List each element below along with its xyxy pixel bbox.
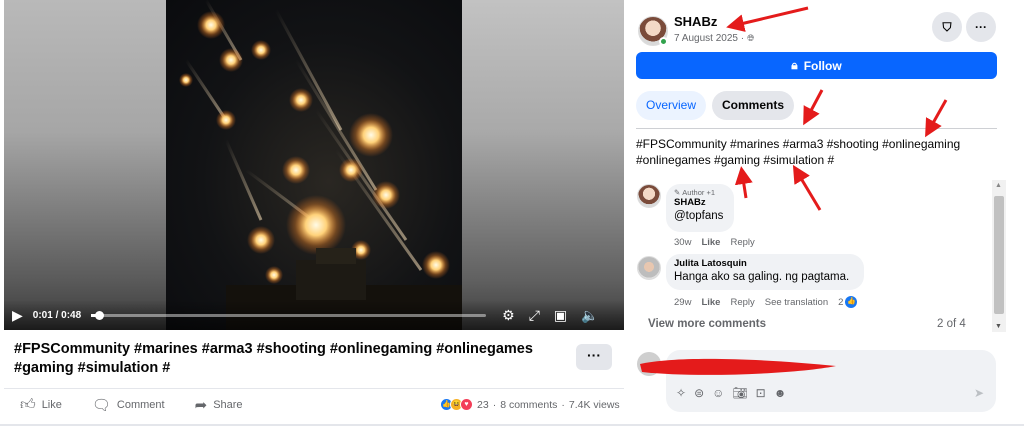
pencil-icon: ✎ (674, 188, 681, 197)
tab-comments[interactable]: Comments (712, 91, 795, 120)
comment-icon: 🗨︎ (91, 397, 111, 414)
fullscreen-icon[interactable]: ⤢ (529, 308, 540, 322)
volume-icon[interactable]: 🔈 (581, 308, 598, 322)
follow-label: Follow (803, 58, 842, 73)
follow-button[interactable]: 🔒︎ Follow (636, 52, 997, 79)
scroll-thumb[interactable] (994, 196, 1004, 314)
thumbs-up-icon: 👍︎ (20, 396, 36, 413)
comment-count[interactable]: 8 comments (500, 399, 557, 411)
more-options-button[interactable]: ··· (966, 12, 996, 42)
post-actions: 👍︎ Like 🗨︎ Comment ➦ Share (20, 396, 243, 414)
commenter-name[interactable]: SHABz (674, 197, 726, 209)
reaction-count[interactable]: 23 (477, 399, 489, 411)
avatar-sticker-icon[interactable]: ✧ (676, 386, 686, 400)
comment-like-button[interactable]: Like (701, 237, 720, 248)
view-more-comments[interactable]: View more comments (648, 318, 766, 330)
stats-separator: · (492, 398, 497, 411)
comment-button[interactable]: 🗨︎ Comment (92, 396, 165, 414)
commenter-avatar[interactable] (637, 256, 661, 280)
comment-meta: 30w Like Reply (674, 237, 755, 248)
online-status-dot (659, 37, 668, 46)
comment-text: Hanga ako sa galing. ng pagtama. (674, 271, 850, 283)
tab-overview[interactable]: Overview (636, 91, 707, 120)
panel-tabs: Overview Comments (636, 91, 795, 120)
shield-icon: ⛉ (942, 20, 952, 34)
gif-sticker-icon[interactable]: ⊜ (694, 386, 704, 400)
like-reaction-icon: 👍 (845, 296, 858, 308)
video-blur-left (4, 0, 166, 330)
like-label: Like (41, 399, 62, 411)
comment-label: Comment (116, 399, 165, 411)
comment-reply-button[interactable]: Reply (730, 297, 754, 308)
comment-page-count: 2 of 4 (937, 318, 966, 330)
video-progress-knob[interactable] (95, 310, 105, 320)
comment-text: @topfans (674, 210, 724, 222)
comment-like-button[interactable]: Like (701, 297, 720, 308)
post-date-text: 7 August 2025 · (674, 33, 745, 44)
scroll-up-icon[interactable]: ▲ (995, 182, 1002, 189)
settings-icon[interactable]: ⚙ (502, 308, 515, 322)
share-button[interactable]: ➦ Share (195, 396, 243, 414)
post-caption: #FPSCommunity #marines #arma3 #shooting … (14, 341, 533, 376)
video-controls: ▶ 0:01 / 0:48 ⚙ ⤢ ▣ 🔈 (4, 300, 624, 330)
stats-separator: · (561, 398, 565, 411)
comment-reply-button[interactable]: Reply (730, 237, 754, 248)
play-icon[interactable]: ▶ (12, 308, 23, 322)
author-name[interactable]: SHABz (674, 14, 717, 29)
comment-like-count[interactable]: 2 👍 (838, 296, 858, 308)
pip-icon[interactable]: ▣ (554, 308, 567, 322)
love-reaction-icon: ♥ (460, 398, 473, 411)
reaction-icons[interactable]: 👍 😆 ♥ (440, 398, 473, 411)
comment-bubble: Julita Latosquin Hanga ako sa galing. ng… (666, 254, 864, 290)
like-button[interactable]: 👍︎ Like (20, 396, 62, 414)
comment-meta: 29w Like Reply See translation 2 👍 (674, 296, 858, 308)
author-badge: ✎ Author +1 (674, 188, 726, 197)
post-date[interactable]: 7 August 2025 · 🌐︎ (674, 33, 754, 44)
comment-bubble: ✎ Author +1 SHABz @topfans (666, 184, 734, 232)
author-badge-text: Author +1 (682, 188, 716, 197)
commenter-name[interactable]: Julita Latosquin (674, 258, 856, 270)
share-icon: ➦ (194, 397, 208, 414)
rocket-barrage-image (179, 0, 462, 330)
camera-icon[interactable]: 📷︎ (732, 386, 747, 400)
post-stats: 👍 😆 ♥ 23 · 8 comments · 7.4K views (440, 398, 620, 411)
divider (4, 388, 624, 389)
post-more-button[interactable]: ··· (576, 344, 612, 370)
gif-icon[interactable]: ⊡ (756, 386, 766, 400)
sticker-icon[interactable]: ☻ (774, 386, 787, 400)
share-label: Share (213, 399, 243, 411)
redaction-scribble (640, 358, 836, 375)
emoji-icon[interactable]: ☺ (712, 386, 724, 400)
commenter-avatar[interactable] (637, 184, 661, 208)
view-count: 7.4K views (568, 398, 620, 411)
tab-divider (636, 128, 997, 129)
video-blur-right (462, 0, 624, 330)
shield-button[interactable]: ⛉ (932, 12, 962, 42)
video-time: 0:01 / 0:48 (32, 309, 82, 321)
comment-like-number: 2 (838, 296, 844, 308)
scroll-down-icon[interactable]: ▼ (995, 323, 1002, 330)
send-icon[interactable]: ➤ (974, 386, 984, 400)
follow-lock-icon: 🔒︎ (791, 58, 798, 72)
comments-scrollbar[interactable]: ▲ ▼ (992, 180, 1006, 332)
video-frame (166, 0, 462, 330)
video-player[interactable]: ▶ 0:01 / 0:48 ⚙ ⤢ ▣ 🔈 (4, 0, 624, 330)
composer-icons: ✧ ⊜ ☺ 📷︎ ⊡ ☻ (676, 386, 786, 400)
comment-time[interactable]: 30w (674, 237, 691, 248)
globe-icon: 🌐︎ (747, 33, 755, 43)
see-translation-link[interactable]: See translation (765, 297, 828, 308)
video-progress-bar[interactable] (91, 310, 487, 320)
more-icon: ··· (975, 20, 987, 34)
comment-time[interactable]: 29w (674, 297, 691, 308)
post-description: #FPSCommunity #marines #arma3 #shooting … (636, 137, 961, 167)
